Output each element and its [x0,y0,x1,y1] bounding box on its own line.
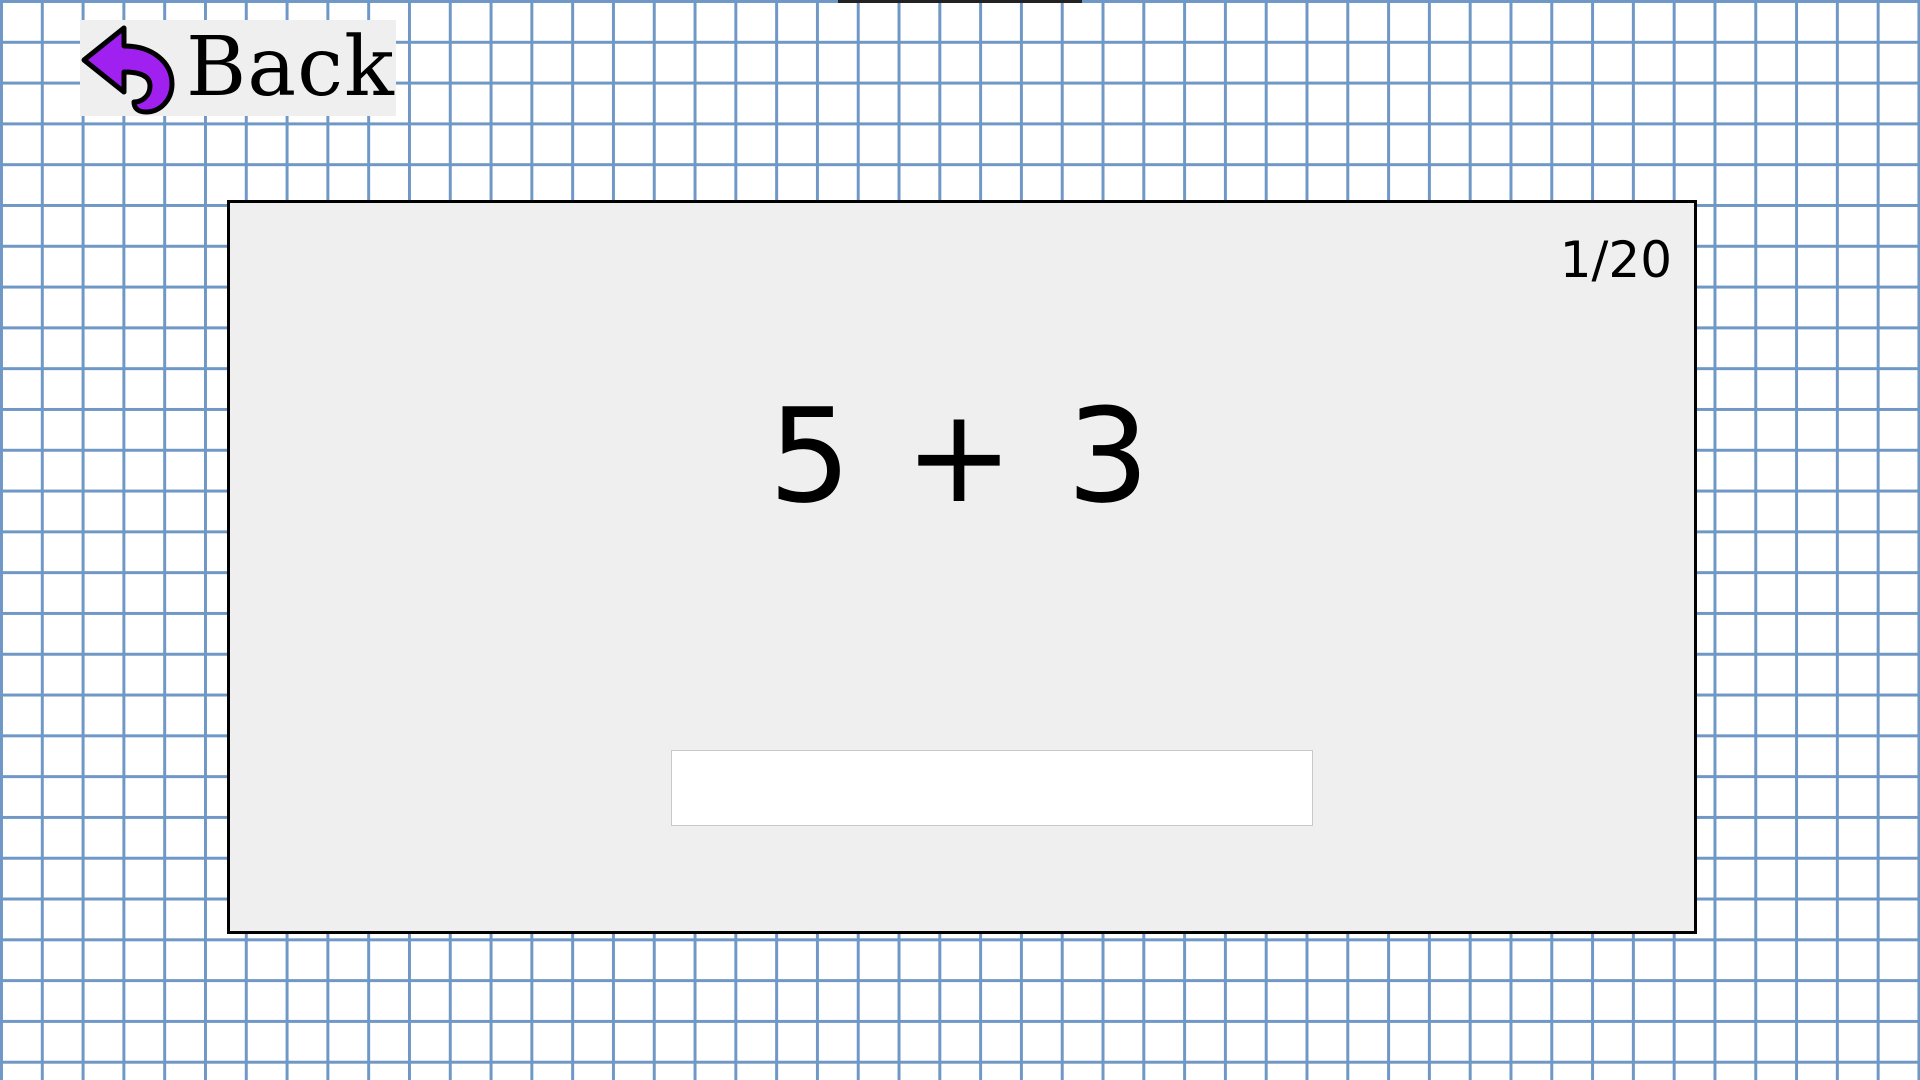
question-counter: 1/20 [1559,231,1672,289]
math-problem: 5 + 3 [768,380,1156,532]
question-card: 1/20 5 + 3 [227,200,1697,934]
back-button[interactable]: Back [80,20,396,116]
top-edge-tab [838,0,1082,3]
back-button-label: Back [186,20,395,115]
answer-input[interactable] [671,750,1313,826]
back-arrow-icon [81,25,175,115]
